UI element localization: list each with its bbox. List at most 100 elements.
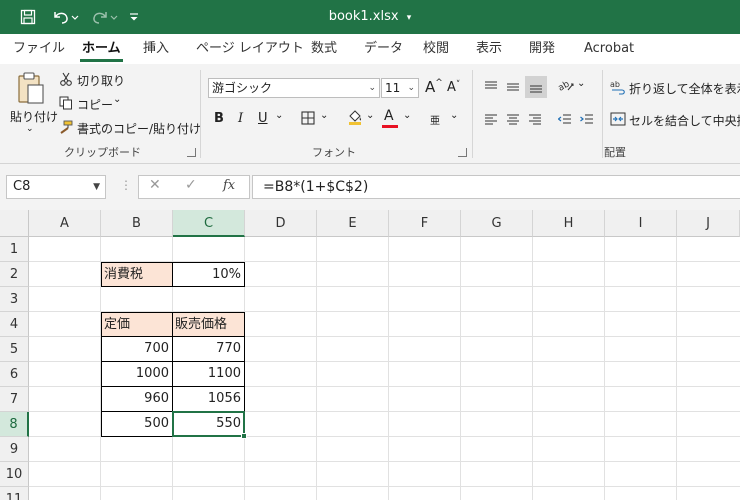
cell-b4[interactable]: 定価	[101, 312, 173, 337]
enter-check-icon[interactable]: ✓	[185, 177, 197, 193]
cell-b7[interactable]: 960	[101, 386, 173, 412]
grow-font-button[interactable]: A^	[425, 78, 443, 96]
paste-chevron-down-icon[interactable]: ⌄	[26, 124, 34, 134]
copy-icon[interactable]	[58, 95, 74, 111]
font-size-chevron-down-icon[interactable]: ⌄	[407, 79, 415, 97]
borders-icon[interactable]	[300, 110, 316, 126]
cell-b6[interactable]: 1000	[101, 361, 173, 387]
fill-color-icon[interactable]	[346, 108, 364, 126]
tab-file[interactable]: ファイル	[11, 34, 67, 64]
wrap-text-icon[interactable]: ab	[609, 78, 627, 96]
cell-b8[interactable]: 500	[101, 411, 173, 437]
tab-data[interactable]: データ	[362, 34, 405, 64]
column-header-d[interactable]: D	[245, 210, 317, 237]
font-name-chevron-down-icon[interactable]: ⌄	[368, 79, 376, 97]
row-header-five[interactable]: 5	[0, 337, 29, 362]
cell-c2[interactable]: 10%	[172, 262, 245, 287]
cell-c7[interactable]: 1056	[172, 386, 245, 412]
paste-icon[interactable]	[14, 70, 48, 106]
insert-function-button[interactable]: fx	[223, 178, 235, 193]
font-name-select[interactable]: 游ゴシック ⌄	[208, 78, 380, 98]
column-header-c[interactable]: C	[173, 210, 245, 237]
increase-indent-icon[interactable]	[578, 110, 596, 128]
underline-chevron-down-icon[interactable]: ⌄	[275, 110, 283, 121]
row-header-nine[interactable]: 9	[0, 437, 29, 462]
font-size-select[interactable]: 11 ⌄	[381, 78, 419, 98]
clipboard-launcher-icon[interactable]	[187, 148, 196, 157]
tab-formulas[interactable]: 数式	[309, 34, 339, 64]
phonetic-chevron-down-icon[interactable]: ⌄	[450, 110, 458, 121]
decrease-indent-icon[interactable]	[556, 110, 574, 128]
merge-center-icon[interactable]	[609, 110, 627, 128]
name-box[interactable]: C8 ▼	[6, 175, 106, 199]
column-header-i[interactable]: I	[605, 210, 677, 237]
row-header-four[interactable]: 4	[0, 312, 29, 337]
font-color-chevron-down-icon[interactable]: ⌄	[403, 110, 411, 121]
name-box-chevron-down-icon[interactable]: ▼	[93, 176, 100, 198]
row-header-six[interactable]: 6	[0, 362, 29, 387]
undo-icon[interactable]	[48, 0, 82, 34]
font-color-button[interactable]: A	[384, 108, 394, 124]
column-header-g[interactable]: G	[461, 210, 533, 237]
tab-insert[interactable]: 挿入	[141, 34, 171, 64]
select-all-button[interactable]	[0, 210, 29, 237]
customize-qat-icon[interactable]	[126, 0, 142, 34]
phonetic-guide-button[interactable]: 亜	[430, 112, 440, 127]
column-header-e[interactable]: E	[317, 210, 389, 237]
format-painter-button[interactable]: 書式のコピー/貼り付け	[77, 120, 201, 137]
cell-c5[interactable]: 770	[172, 336, 245, 362]
align-left-icon[interactable]	[482, 110, 500, 128]
align-right-icon[interactable]	[526, 110, 544, 128]
copy-chevron-down-icon[interactable]: ⌄	[113, 94, 121, 105]
cell-b2[interactable]: 消費税	[101, 262, 173, 287]
paste-button[interactable]: 貼り付け	[10, 108, 58, 125]
merge-center-button[interactable]: セルを結合して中央揃え	[629, 112, 740, 129]
cell-b5[interactable]: 700	[101, 336, 173, 362]
column-header-b[interactable]: B	[101, 210, 173, 237]
row-header-seven[interactable]: 7	[0, 387, 29, 412]
align-middle-icon[interactable]	[504, 78, 522, 96]
wrap-text-button[interactable]: 折り返して全体を表示する	[629, 80, 740, 97]
underline-button[interactable]: U	[258, 111, 268, 126]
orientation-icon[interactable]: ab	[556, 76, 576, 96]
tab-view[interactable]: 表示	[474, 34, 504, 64]
redo-icon[interactable]	[88, 0, 122, 34]
scissors-icon[interactable]	[58, 71, 74, 87]
orientation-chevron-down-icon[interactable]: ⌄	[577, 78, 585, 89]
tab-acrobat[interactable]: Acrobat	[582, 34, 636, 64]
copy-button[interactable]: コピー	[77, 96, 113, 113]
column-header-f[interactable]: F	[389, 210, 461, 237]
align-center-icon[interactable]	[504, 110, 522, 128]
cut-button[interactable]: 切り取り	[77, 72, 125, 89]
save-icon[interactable]	[16, 0, 40, 34]
file-name[interactable]: book1.xlsx	[329, 9, 399, 24]
row-header-three[interactable]: 3	[0, 287, 29, 312]
align-top-icon[interactable]	[482, 78, 500, 96]
row-header-eleven[interactable]: 11	[0, 487, 29, 500]
tab-developer[interactable]: 開発	[527, 34, 557, 64]
borders-chevron-down-icon[interactable]: ⌄	[320, 110, 328, 121]
row-header-eight[interactable]: 8	[0, 412, 29, 437]
row-header-one[interactable]: 1	[0, 237, 29, 262]
format-painter-icon[interactable]	[58, 119, 74, 135]
file-name-chevron-icon[interactable]: ▾	[407, 13, 412, 23]
fill-color-chevron-down-icon[interactable]: ⌄	[366, 110, 374, 121]
bold-button[interactable]: B	[214, 111, 224, 126]
tab-review[interactable]: 校閲	[421, 34, 451, 64]
cell-c6[interactable]: 1100	[172, 361, 245, 387]
formula-bar-grip-icon[interactable]: ⋮	[120, 178, 132, 192]
cell-c8[interactable]: 550	[172, 411, 245, 437]
column-header-a[interactable]: A	[29, 210, 101, 237]
column-header-j[interactable]: J	[677, 210, 740, 237]
italic-button[interactable]: I	[238, 111, 243, 126]
font-launcher-icon[interactable]	[458, 148, 467, 157]
shrink-font-button[interactable]: A˅	[447, 80, 460, 95]
cell-c4[interactable]: 販売価格	[172, 312, 245, 337]
row-header-ten[interactable]: 10	[0, 462, 29, 487]
formula-input[interactable]: =B8*(1+$C$2)	[252, 175, 740, 199]
tab-page-layout[interactable]: ページ レイアウト	[194, 34, 306, 64]
row-header-two[interactable]: 2	[0, 262, 29, 287]
column-header-h[interactable]: H	[533, 210, 605, 237]
align-bottom-icon[interactable]	[525, 76, 547, 98]
tab-home[interactable]: ホーム	[80, 34, 123, 64]
